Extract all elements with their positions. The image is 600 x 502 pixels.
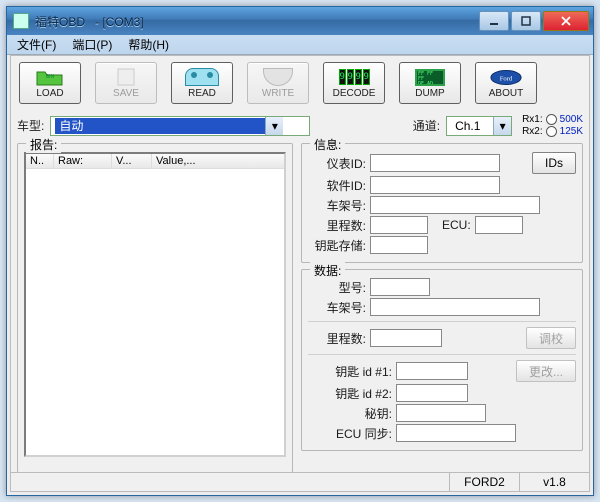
ford-logo-icon: Ford: [489, 67, 523, 87]
car-label: 车型:: [17, 117, 44, 134]
about-button[interactable]: Ford ABOUT: [475, 62, 537, 104]
rx1-radio[interactable]: [546, 114, 557, 125]
soft-id-label: 软件ID:: [308, 177, 366, 194]
rx2-speed: 125K: [560, 126, 583, 137]
write-label: WRITE: [262, 88, 294, 99]
status-model: FORD2: [449, 473, 519, 491]
info-odo-field[interactable]: [370, 216, 428, 234]
info-vin-field[interactable]: [370, 196, 540, 214]
window-title: 福特OBD - [COM3]: [35, 13, 477, 30]
info-ecu-field[interactable]: [475, 216, 523, 234]
chevron-down-icon: ▾: [265, 117, 283, 135]
load-label: LOAD: [36, 88, 63, 99]
col-var[interactable]: V...: [112, 154, 152, 168]
ecu-sync-field[interactable]: [396, 424, 516, 442]
info-group: 信息: 仪表ID: IDs 软件ID: 车架号:: [301, 143, 583, 263]
key1-field[interactable]: [396, 362, 468, 380]
ids-button[interactable]: IDs: [532, 152, 576, 174]
report-group: 报告: N.. Raw: V... Value,...: [17, 143, 293, 473]
menu-help[interactable]: 帮助(H): [124, 36, 173, 53]
close-button[interactable]: [543, 11, 589, 31]
folder-icon: BIN: [33, 67, 67, 87]
channel-label: 通道:: [413, 117, 440, 134]
dashboard-icon: [185, 67, 219, 87]
menu-file[interactable]: 文件(F): [13, 36, 60, 53]
ecu-sync-label: ECU 同步:: [308, 425, 392, 442]
chevron-down-icon: ▾: [493, 117, 511, 135]
data-vin-label: 车架号:: [308, 299, 366, 316]
info-legend: 信息:: [310, 136, 345, 153]
info-ecu-label: ECU:: [442, 218, 471, 232]
rx2-label: Rx2:: [522, 126, 543, 137]
app-window: 福特OBD - [COM3] 文件(F) 端口(P) 帮助(H) BIN LOA…: [6, 6, 594, 496]
report-legend: 报告:: [26, 136, 61, 153]
digits-icon: 9999: [337, 67, 371, 87]
key1-label: 钥匙 id #1:: [308, 363, 392, 380]
model-field[interactable]: [370, 278, 430, 296]
key-store-label: 钥匙存储:: [308, 237, 366, 254]
key-store-field[interactable]: [370, 236, 428, 254]
secret-field[interactable]: [396, 404, 486, 422]
load-button[interactable]: BIN LOAD: [19, 62, 81, 104]
secret-label: 秘钥:: [308, 405, 392, 422]
about-label: ABOUT: [489, 88, 523, 99]
rx2-radio[interactable]: [546, 126, 557, 137]
decode-button[interactable]: 9999 DECODE: [323, 62, 385, 104]
read-label: READ: [188, 88, 216, 99]
hex-icon: FF FF FFDE AD FFFF FF FF: [413, 67, 447, 87]
report-list[interactable]: N.. Raw: V... Value,...: [24, 152, 286, 457]
maximize-button[interactable]: [511, 11, 541, 31]
rx1-label: Rx1:: [522, 114, 543, 125]
dump-button[interactable]: FF FF FFDE AD FFFF FF FF DUMP: [399, 62, 461, 104]
svg-text:Ford: Ford: [500, 75, 513, 82]
client-area: BIN LOAD SAVE READ WRITE 9999 DECODE F: [10, 55, 590, 492]
meter-id-field[interactable]: [370, 154, 500, 172]
soft-id-field[interactable]: [370, 176, 500, 194]
decode-label: DECODE: [333, 88, 376, 99]
toolbar: BIN LOAD SAVE READ WRITE 9999 DECODE F: [17, 60, 583, 110]
model-label: 型号:: [308, 279, 366, 296]
write-button[interactable]: WRITE: [247, 62, 309, 104]
read-button[interactable]: READ: [171, 62, 233, 104]
dump-label: DUMP: [415, 88, 444, 99]
data-odo-field[interactable]: [370, 329, 442, 347]
status-version: v1.8: [519, 473, 589, 491]
key2-field[interactable]: [396, 384, 468, 402]
col-no[interactable]: N..: [26, 154, 54, 168]
key2-label: 钥匙 id #2:: [308, 385, 392, 402]
save-button[interactable]: SAVE: [95, 62, 157, 104]
col-raw[interactable]: Raw:: [54, 154, 112, 168]
col-value[interactable]: Value,...: [152, 154, 284, 168]
minimize-button[interactable]: [479, 11, 509, 31]
statusbar: FORD2 v1.8: [10, 472, 590, 492]
save-icon: [109, 67, 143, 87]
calibrate-button[interactable]: 调校: [526, 327, 576, 349]
car-type-value: 自动: [55, 118, 265, 134]
channel-select[interactable]: Ch.1 ▾: [446, 116, 512, 136]
menu-port[interactable]: 端口(P): [68, 36, 116, 53]
menubar: 文件(F) 端口(P) 帮助(H): [7, 35, 593, 55]
rx1-speed: 500K: [560, 114, 583, 125]
channel-value: Ch.1: [451, 118, 493, 134]
write-icon: [261, 67, 295, 87]
data-vin-field[interactable]: [370, 298, 540, 316]
data-odo-label: 里程数:: [308, 330, 366, 347]
data-legend: 数据:: [310, 262, 345, 279]
svg-text:BIN: BIN: [46, 74, 55, 80]
car-type-select[interactable]: 自动 ▾: [50, 116, 310, 136]
meter-id-label: 仪表ID:: [308, 155, 366, 172]
app-icon: [13, 13, 29, 29]
info-vin-label: 车架号:: [308, 197, 366, 214]
report-header: N.. Raw: V... Value,...: [26, 154, 284, 169]
more-button[interactable]: 更改...: [516, 360, 576, 382]
data-group: 数据: 型号: 车架号: 里程数: 调校: [301, 269, 583, 451]
save-label: SAVE: [113, 88, 139, 99]
titlebar[interactable]: 福特OBD - [COM3]: [7, 7, 593, 35]
info-odo-label: 里程数:: [308, 217, 366, 234]
